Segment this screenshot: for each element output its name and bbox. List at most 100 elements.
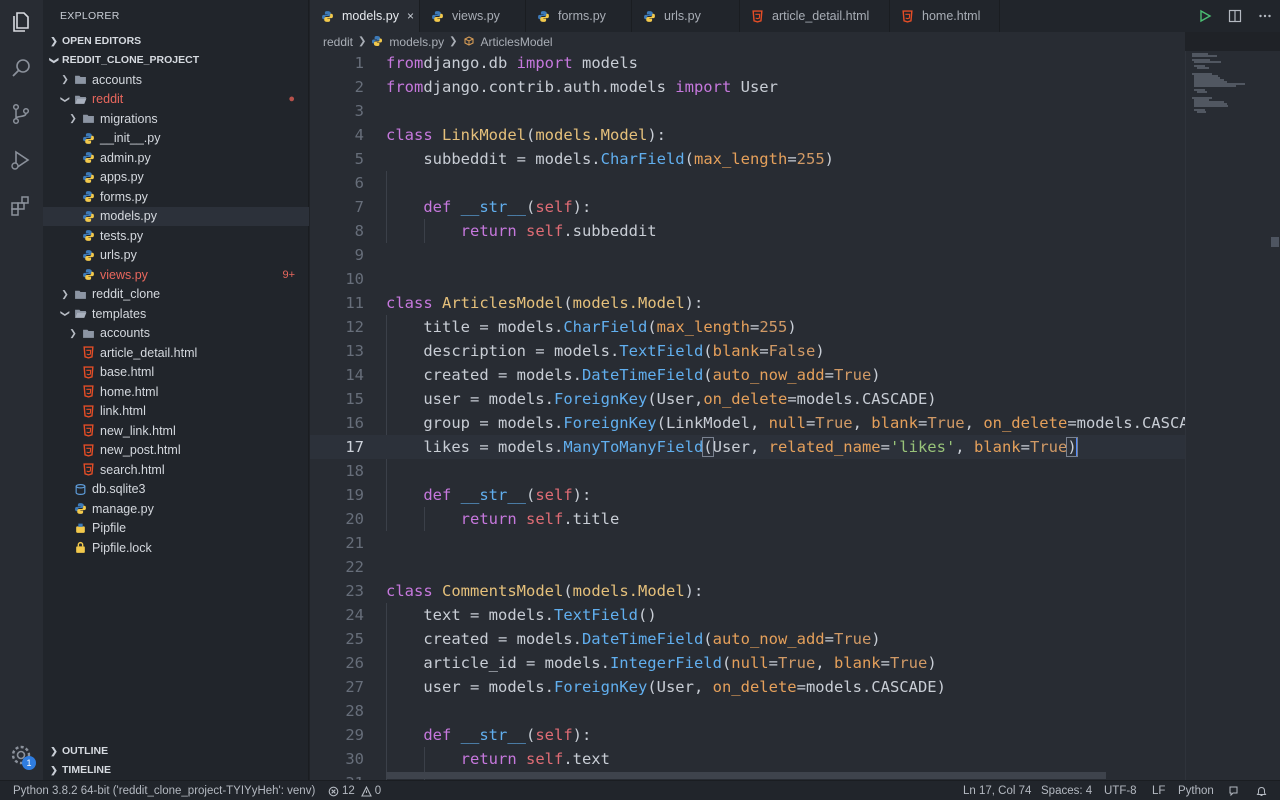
breadcrumb-symbol[interactable]: ArticlesModel xyxy=(481,35,553,49)
tree-item[interactable]: new_link.html xyxy=(43,421,309,441)
tree-item[interactable]: ❯ migrations xyxy=(43,109,309,129)
close-icon[interactable]: × xyxy=(407,9,414,23)
tree-item[interactable]: ❯ accounts xyxy=(43,324,309,344)
code-line[interactable]: 9 xyxy=(310,243,1185,267)
code-line[interactable]: 20 return self.title xyxy=(310,507,1185,531)
tree-item[interactable]: urls.py xyxy=(43,246,309,266)
code-line[interactable]: 24 text = models.TextField() xyxy=(310,603,1185,627)
search-icon[interactable] xyxy=(8,55,34,81)
code-line[interactable]: 27 user = models.ForeignKey(User, on_del… xyxy=(310,675,1185,699)
tree-item[interactable]: ❯ reddit ● xyxy=(43,90,309,110)
code-line[interactable]: 3 xyxy=(310,99,1185,123)
tree-item[interactable]: views.py 9+ xyxy=(43,265,309,285)
breadcrumb: reddit ❯ models.py ❯ ArticlesModel xyxy=(310,32,1185,51)
status-bar: Python 3.8.2 64-bit ('reddit_clone_proje… xyxy=(0,780,1280,800)
breadcrumb-folder[interactable]: reddit xyxy=(323,35,353,49)
files-icon[interactable] xyxy=(8,9,34,35)
tree-item[interactable]: tests.py xyxy=(43,226,309,246)
tab[interactable]: home.html xyxy=(890,0,1000,32)
more-actions-button[interactable] xyxy=(1250,0,1280,32)
code-line[interactable]: 25 created = models.DateTimeField(auto_n… xyxy=(310,627,1185,651)
code-line[interactable]: 5 subbeddit = models.CharField(max_lengt… xyxy=(310,147,1185,171)
code-line[interactable]: 29 def __str__(self): xyxy=(310,723,1185,747)
tree-item[interactable]: new_post.html xyxy=(43,441,309,461)
tab[interactable]: models.py × xyxy=(310,0,420,32)
split-editor-button[interactable] xyxy=(1220,0,1250,32)
tab[interactable]: forms.py xyxy=(526,0,632,32)
tree-item[interactable]: apps.py xyxy=(43,168,309,188)
tree-item[interactable]: ❯ templates xyxy=(43,304,309,324)
tab[interactable]: views.py xyxy=(420,0,526,32)
code-line[interactable]: 13 description = models.TextField(blank=… xyxy=(310,339,1185,363)
scrollbar-thumb[interactable] xyxy=(1271,237,1279,247)
indentation[interactable]: Spaces: 4 xyxy=(1041,781,1092,800)
code-line[interactable]: 18 xyxy=(310,459,1185,483)
code-line[interactable]: 12 title = models.CharField(max_length=2… xyxy=(310,315,1185,339)
tree-item-label: Pipfile xyxy=(92,521,127,536)
code-line[interactable]: 23 class CommentsModel(models.Model): xyxy=(310,579,1185,603)
code-line[interactable]: 6 xyxy=(310,171,1185,195)
extensions-icon[interactable] xyxy=(8,193,34,219)
python-file-icon xyxy=(81,248,95,262)
bell-icon[interactable] xyxy=(1256,781,1270,800)
code-line[interactable]: 26 article_id = models.IntegerField(null… xyxy=(310,651,1185,675)
tree-item[interactable]: Pipfile.lock xyxy=(43,538,309,558)
code-line[interactable]: 17 likes = models.ManyToManyField(User, … xyxy=(310,435,1185,459)
run-debug-icon[interactable] xyxy=(8,147,34,173)
tree-item[interactable]: Pipfile xyxy=(43,519,309,539)
code-line[interactable]: 11 class ArticlesModel(models.Model): xyxy=(310,291,1185,315)
code-editor[interactable]: 1 fromdjango.db import models 2 fromdjango.… xyxy=(310,51,1185,780)
end-of-line[interactable]: LF xyxy=(1152,781,1165,800)
language-mode[interactable]: Python xyxy=(1178,781,1214,800)
code-line[interactable]: 30 return self.text xyxy=(310,747,1185,771)
code-line[interactable]: 14 created = models.DateTimeField(auto_n… xyxy=(310,363,1185,387)
tab[interactable]: article_detail.html xyxy=(740,0,890,32)
code-line[interactable]: 21 xyxy=(310,531,1185,555)
minimap[interactable] xyxy=(1185,51,1270,780)
code-line[interactable]: 16 group = models.ForeignKey(LinkModel, … xyxy=(310,411,1185,435)
code-line[interactable]: 7 def __str__(self): xyxy=(310,195,1185,219)
code-line[interactable]: 1 fromdjango.db import models xyxy=(310,51,1185,75)
problems-indicator[interactable]: 12 0 xyxy=(328,781,381,800)
timeline-section[interactable]: ❯ TIMELINE xyxy=(43,760,309,780)
tree-item[interactable]: article_detail.html xyxy=(43,343,309,363)
outline-section[interactable]: ❯ OUTLINE xyxy=(43,741,309,761)
horizontal-scrollbar[interactable] xyxy=(386,772,1106,779)
tree-item[interactable]: base.html xyxy=(43,363,309,383)
tree-item[interactable]: __init__.py xyxy=(43,129,309,149)
code-line[interactable]: 10 xyxy=(310,267,1185,291)
tree-item[interactable]: models.py xyxy=(43,206,309,226)
tree-item[interactable]: link.html xyxy=(43,402,309,422)
run-file-button[interactable] xyxy=(1190,0,1220,32)
code-line[interactable]: 8 return self.subbeddit xyxy=(310,219,1185,243)
tree-item[interactable]: admin.py xyxy=(43,148,309,168)
python-file-icon xyxy=(81,268,95,282)
vertical-scrollbar[interactable] xyxy=(1270,51,1280,780)
cursor-position[interactable]: Ln 17, Col 74 xyxy=(963,781,1031,800)
python-file-icon xyxy=(371,35,384,48)
project-section[interactable]: ❯ REDDIT_CLONE_PROJECT xyxy=(43,50,309,70)
code-line[interactable]: 28 xyxy=(310,699,1185,723)
tree-item[interactable]: search.html xyxy=(43,460,309,480)
encoding[interactable]: UTF-8 xyxy=(1104,781,1137,800)
code-line[interactable]: 19 def __str__(self): xyxy=(310,483,1185,507)
code-line[interactable]: 22 xyxy=(310,555,1185,579)
code-line[interactable]: 2 fromdjango.contrib.auth.models import U… xyxy=(310,75,1185,99)
tree-item[interactable]: db.sqlite3 xyxy=(43,480,309,500)
tree-item[interactable]: ❯ reddit_clone xyxy=(43,285,309,305)
tree-item[interactable]: ❯ accounts xyxy=(43,70,309,90)
tree-item[interactable]: home.html xyxy=(43,382,309,402)
tree-item[interactable]: forms.py xyxy=(43,187,309,207)
code-line[interactable]: 15 user = models.ForeignKey(User,on_dele… xyxy=(310,387,1185,411)
source-control-icon[interactable] xyxy=(8,101,34,127)
python-interpreter[interactable]: Python 3.8.2 64-bit ('reddit_clone_proje… xyxy=(13,781,315,800)
tree-item[interactable]: manage.py xyxy=(43,499,309,519)
tab[interactable]: urls.py xyxy=(632,0,740,32)
line-number: 8 xyxy=(354,222,364,240)
python-file-icon xyxy=(81,151,95,165)
feedback-icon[interactable] xyxy=(1228,781,1242,800)
line-number: 4 xyxy=(354,126,364,144)
open-editors-section[interactable]: ❯ OPEN EDITORS xyxy=(43,31,309,51)
code-line[interactable]: 4 class LinkModel(models.Model): xyxy=(310,123,1185,147)
breadcrumb-file[interactable]: models.py xyxy=(389,35,444,49)
